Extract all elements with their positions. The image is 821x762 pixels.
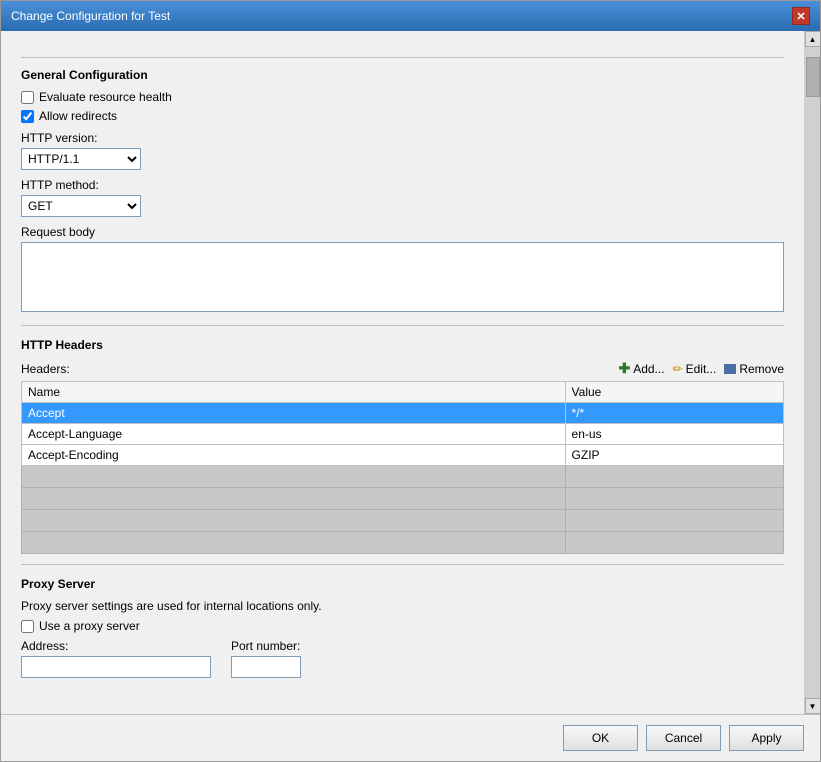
- http-headers-heading: HTTP Headers: [21, 338, 784, 352]
- headers-table: Name Value Accept */* Accept-Language en…: [21, 381, 784, 554]
- add-header-button[interactable]: ✚ Add...: [618, 360, 664, 377]
- http-method-select[interactable]: GET POST PUT DELETE HEAD OPTIONS: [21, 195, 141, 217]
- address-input[interactable]: [21, 656, 211, 678]
- empty-cell: [565, 532, 783, 554]
- table-row-empty: [22, 466, 784, 488]
- evaluate-health-label: Evaluate resource health: [39, 90, 172, 104]
- request-body-textarea[interactable]: [21, 242, 784, 312]
- request-body-label: Request body: [21, 225, 784, 239]
- col-name-header: Name: [22, 382, 566, 403]
- edit-header-button[interactable]: ✏ Edit...: [673, 362, 717, 376]
- headers-toolbar: Headers: ✚ Add... ✏ Edit... Remove: [21, 360, 784, 377]
- dialog-title: Change Configuration for Test: [11, 9, 170, 23]
- empty-cell: [22, 510, 566, 532]
- scroll-down-button[interactable]: ▼: [805, 698, 821, 714]
- top-separator: [21, 57, 784, 58]
- empty-cell: [22, 532, 566, 554]
- right-scrollbar[interactable]: ▲ ▼: [804, 31, 820, 714]
- port-group: Port number:: [231, 639, 301, 678]
- http-version-select[interactable]: HTTP/1.1 HTTP/1.0 HTTP/2: [21, 148, 141, 170]
- general-config-heading: General Configuration: [21, 68, 784, 82]
- table-row-empty: [22, 532, 784, 554]
- apply-button[interactable]: Apply: [729, 725, 804, 751]
- toolbar-buttons: ✚ Add... ✏ Edit... Remove: [618, 360, 784, 377]
- edit-label: Edit...: [686, 362, 717, 376]
- bottom-spacer: [21, 678, 784, 698]
- empty-cell: [22, 466, 566, 488]
- header-value-cell: */*: [565, 403, 783, 424]
- edit-icon: ✏: [673, 362, 683, 376]
- http-method-label: HTTP method:: [21, 178, 784, 192]
- dialog-footer: OK Cancel Apply: [1, 714, 820, 761]
- header-value-cell: en-us: [565, 424, 783, 445]
- empty-cell: [565, 466, 783, 488]
- http-version-label: HTTP version:: [21, 131, 784, 145]
- mid-separator: [21, 325, 784, 326]
- allow-redirects-row: Allow redirects: [21, 109, 784, 123]
- scroll-up-button[interactable]: ▲: [805, 31, 821, 47]
- headers-label: Headers:: [21, 362, 70, 376]
- remove-label: Remove: [739, 362, 784, 376]
- ok-button[interactable]: OK: [563, 725, 638, 751]
- use-proxy-label: Use a proxy server: [39, 619, 140, 633]
- cancel-button[interactable]: Cancel: [646, 725, 721, 751]
- allow-redirects-label: Allow redirects: [39, 109, 117, 123]
- empty-cell: [565, 510, 783, 532]
- table-row-empty: [22, 488, 784, 510]
- address-label: Address:: [21, 639, 211, 653]
- proxy-description: Proxy server settings are used for inter…: [21, 599, 784, 613]
- evaluate-health-checkbox[interactable]: [21, 91, 34, 104]
- evaluate-health-row: Evaluate resource health: [21, 90, 784, 104]
- table-row[interactable]: Accept-Encoding GZIP: [22, 445, 784, 466]
- header-name-cell: Accept: [22, 403, 566, 424]
- remove-header-button[interactable]: Remove: [724, 362, 784, 376]
- scroll-track[interactable]: [805, 47, 821, 698]
- table-row[interactable]: Accept-Language en-us: [22, 424, 784, 445]
- address-fields: Address: Port number:: [21, 639, 784, 678]
- add-label: Add...: [633, 362, 664, 376]
- table-row-empty: [22, 510, 784, 532]
- empty-cell: [565, 488, 783, 510]
- empty-cell: [22, 488, 566, 510]
- add-icon: ✚: [618, 360, 630, 377]
- port-label: Port number:: [231, 639, 301, 653]
- port-input[interactable]: [231, 656, 301, 678]
- title-bar: Change Configuration for Test ✕: [1, 1, 820, 31]
- headers-table-header-row: Name Value: [22, 382, 784, 403]
- http-headers-section: HTTP Headers Headers: ✚ Add... ✏ Edit...: [21, 338, 784, 554]
- scroll-thumb[interactable]: [806, 57, 820, 97]
- proxy-separator: [21, 564, 784, 565]
- table-row[interactable]: Accept */*: [22, 403, 784, 424]
- close-button[interactable]: ✕: [792, 7, 810, 25]
- content-area: General Configuration Evaluate resource …: [1, 31, 804, 714]
- use-proxy-checkbox[interactable]: [21, 620, 34, 633]
- header-name-cell: Accept-Encoding: [22, 445, 566, 466]
- dialog-window: Change Configuration for Test ✕ General …: [0, 0, 821, 762]
- proxy-server-heading: Proxy Server: [21, 577, 784, 591]
- col-value-header: Value: [565, 382, 783, 403]
- use-proxy-row: Use a proxy server: [21, 619, 784, 633]
- header-value-cell: GZIP: [565, 445, 783, 466]
- header-name-cell: Accept-Language: [22, 424, 566, 445]
- address-group: Address:: [21, 639, 211, 678]
- proxy-server-section: Proxy Server Proxy server settings are u…: [21, 577, 784, 678]
- remove-icon: [724, 364, 736, 374]
- dialog-body: General Configuration Evaluate resource …: [1, 31, 820, 714]
- allow-redirects-checkbox[interactable]: [21, 110, 34, 123]
